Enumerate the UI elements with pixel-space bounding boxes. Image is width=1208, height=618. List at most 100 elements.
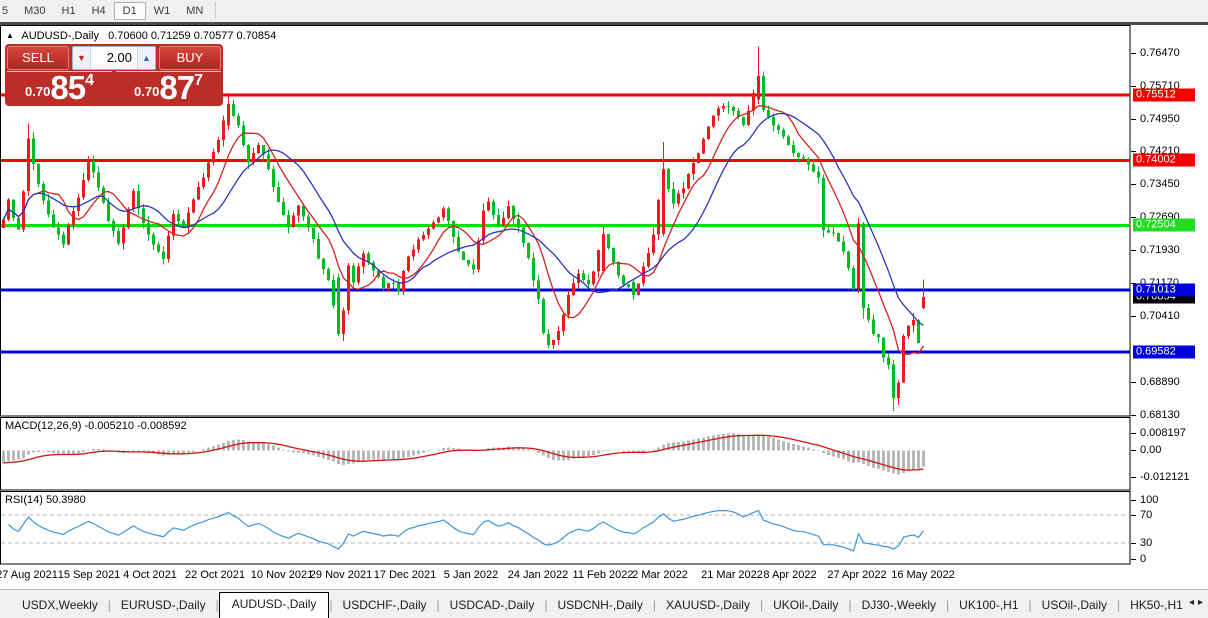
chart-tab-usdcad[interactable]: USDCAD-,Daily	[440, 594, 545, 618]
candle	[192, 198, 195, 214]
candle	[167, 232, 170, 263]
chart-tab-hk50[interactable]: HK50-,H1	[1120, 594, 1193, 618]
one-click-trade-widget: SELL ▼ 2.00 ▲ BUY 0.70854 0.70877	[5, 44, 223, 106]
axis-tick	[1131, 382, 1136, 383]
date-axis-label: 24 Jan 2022	[508, 569, 569, 581]
chart-tab-usdchf[interactable]: USDCHF-,Daily	[333, 594, 437, 618]
timeframe-button-mn[interactable]: MN	[178, 3, 211, 19]
axis-tick	[1131, 543, 1136, 544]
candle	[707, 126, 710, 140]
candle	[67, 223, 70, 245]
candle	[787, 135, 790, 146]
candle	[37, 163, 40, 187]
chart-tab-dj30[interactable]: DJ30-,Weekly	[852, 594, 946, 618]
buy-price-panel[interactable]: 0.70877	[116, 71, 221, 103]
rsi-indicator-canvas[interactable]	[0, 491, 1131, 565]
collapse-triangle-icon[interactable]: ▲	[6, 31, 14, 40]
axis-tick	[1131, 184, 1136, 185]
symbol-tab-bar: USDX,Weekly|EURUSD-,Daily|AUDUSD-,Daily|…	[0, 589, 1208, 618]
volume-input[interactable]: 2.00	[91, 47, 137, 69]
sell-price-panel[interactable]: 0.70854	[7, 71, 112, 103]
candle	[697, 153, 700, 164]
timeframe-button-d1[interactable]: D1	[114, 2, 146, 20]
candle	[702, 137, 705, 154]
chart-tab-usdx[interactable]: USDX,Weekly	[12, 594, 108, 618]
axis-tick	[1131, 53, 1136, 54]
candle	[852, 265, 855, 290]
timeframe-button-h1[interactable]: H1	[54, 3, 84, 19]
toolbar-separator	[215, 2, 216, 18]
indicator-axis-label: 0.00	[1140, 444, 1161, 456]
chart-tab-xauusd[interactable]: XAUUSD-,Daily	[656, 594, 760, 618]
date-axis-label: 5 Jan 2022	[444, 569, 498, 581]
axis-tick	[1131, 477, 1136, 478]
date-axis-label: 15 Sep 2021	[58, 569, 120, 581]
candle	[542, 298, 545, 335]
level-price-badge: 0.75512	[1133, 88, 1195, 101]
macd-label: MACD(12,26,9) -0.005210 -0.008592	[5, 420, 187, 432]
axis-tick	[1131, 316, 1136, 317]
date-axis-label: 21 Mar 2022	[701, 569, 763, 581]
axis-price-label: 0.70410	[1140, 310, 1180, 322]
volume-decrease-icon[interactable]: ▼	[73, 47, 91, 69]
volume-spinner: ▼ 2.00 ▲	[72, 46, 156, 70]
rsi-label: RSI(14) 50.3980	[5, 494, 86, 506]
axis-tick	[1131, 515, 1136, 516]
axis-tick	[1131, 119, 1136, 120]
chart-tab-uk100[interactable]: UK100-,H1	[949, 594, 1028, 618]
chart-symbol-label: AUDUSD-,Daily	[21, 30, 99, 42]
date-axis-label: 22 Oct 2021	[185, 569, 245, 581]
candle	[327, 267, 330, 280]
indicator-axis-label: 100	[1140, 494, 1158, 506]
sell-price-pip: 4	[85, 72, 94, 90]
buy-button[interactable]: BUY	[159, 46, 221, 70]
candle	[742, 116, 745, 126]
timeframe-button-w1[interactable]: W1	[146, 3, 179, 19]
chart-ohlc-values: 0.70600 0.71259 0.70577 0.70854	[108, 30, 276, 42]
candle	[607, 234, 610, 250]
candle	[337, 273, 340, 336]
level-price-badge: 0.74002	[1133, 154, 1195, 167]
candle	[637, 283, 640, 295]
timeframe-button-m30[interactable]: M30	[16, 3, 53, 19]
chart-tab-audusd[interactable]: AUDUSD-,Daily	[219, 592, 330, 618]
price-axis: 0.764700.757100.749500.742100.734500.726…	[1131, 25, 1208, 565]
candle	[687, 173, 690, 190]
candle	[407, 256, 410, 273]
candle	[347, 263, 350, 315]
candle	[657, 199, 660, 240]
timeframe-button-h4[interactable]: H4	[84, 3, 114, 19]
axis-price-label: 0.73450	[1140, 178, 1180, 190]
axis-price-label: 0.74950	[1140, 113, 1180, 125]
chart-tab-usoil[interactable]: USOil-,Daily	[1032, 594, 1117, 618]
date-axis-label: 8 Apr 2022	[763, 569, 816, 581]
indicator-axis-label: -0.012121	[1140, 471, 1190, 483]
date-axis-label: 16 May 2022	[891, 569, 955, 581]
indicator-axis-label: 0.008197	[1140, 427, 1186, 439]
chart-tab-usdcnh[interactable]: USDCNH-,Daily	[547, 594, 652, 618]
axis-price-label: 0.68130	[1140, 409, 1180, 421]
tabs-scroll-left-icon[interactable]: ◂	[1189, 597, 1194, 608]
indicator-axis-label: 0	[1140, 553, 1146, 565]
sell-button[interactable]: SELL	[7, 46, 69, 70]
chart-tab-eurusd[interactable]: EURUSD-,Daily	[111, 594, 216, 618]
candle	[17, 216, 20, 230]
date-axis-label: 27 Apr 2022	[827, 569, 886, 581]
candle	[822, 174, 825, 237]
candle	[527, 243, 530, 260]
tabs-scroll-right-icon[interactable]: ▸	[1198, 597, 1203, 608]
axis-tick	[1131, 433, 1136, 434]
level-price-badge: 0.72504	[1133, 219, 1195, 232]
timeframe-button-5[interactable]: 5	[0, 3, 16, 19]
candle	[837, 233, 840, 243]
buy-price-prefix: 0.70	[134, 84, 159, 99]
axis-tick	[1131, 500, 1136, 501]
sell-price-prefix: 0.70	[25, 84, 50, 99]
level-price-badge: 0.71013	[1133, 284, 1195, 297]
volume-increase-icon[interactable]: ▲	[137, 47, 155, 69]
candle	[462, 251, 465, 260]
axis-tick	[1131, 415, 1136, 416]
chart-tab-ukoil[interactable]: UKOil-,Daily	[763, 594, 848, 618]
indicator-axis-label: 70	[1140, 509, 1152, 521]
axis-price-label: 0.68890	[1140, 376, 1180, 388]
